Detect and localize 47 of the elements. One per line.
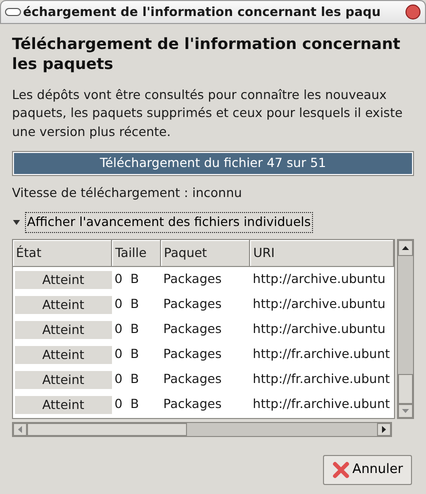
- status-cell: Atteint: [15, 296, 112, 314]
- window-menu-icon[interactable]: [5, 8, 21, 16]
- expander-arrow-icon[interactable]: [12, 218, 21, 228]
- scroll-down-icon[interactable]: [398, 404, 413, 418]
- scroll-thumb[interactable]: [27, 423, 187, 436]
- table-cell-text: http://archive.ubuntu: [252, 295, 386, 314]
- scroll-thumb[interactable]: [398, 374, 413, 404]
- scroll-right-icon[interactable]: [377, 423, 391, 436]
- scroll-up-icon[interactable]: [398, 240, 413, 256]
- table-cell-text: Packages: [162, 395, 223, 414]
- table-cell-text: Packages: [162, 320, 223, 338]
- status-cell: Atteint: [15, 270, 112, 289]
- column-header[interactable]: Paquet: [160, 240, 250, 266]
- table-cell-text: 0 B: [114, 295, 140, 314]
- column-header[interactable]: État: [13, 240, 112, 266]
- table-cell-text: 0 B: [114, 320, 140, 338]
- table-cell-text: 0 B: [114, 395, 140, 414]
- horizontal-scrollbar[interactable]: [12, 422, 392, 438]
- close-icon[interactable]: [405, 4, 421, 20]
- table-cell-text: http://fr.archive.ubunt: [252, 345, 391, 364]
- status-cell: Atteint: [15, 396, 112, 414]
- status-cell: Atteint: [15, 370, 112, 389]
- scroll-left-icon[interactable]: [13, 423, 27, 436]
- table-cell-text: http://archive.ubuntu: [252, 320, 386, 338]
- column-header[interactable]: URI: [250, 240, 394, 266]
- table-cell-text: http://fr.archive.ubunt: [252, 370, 391, 388]
- table-cell-text: 0 B: [114, 270, 140, 288]
- table-cell-text: Packages: [162, 345, 223, 364]
- table-cell-text: http://archive.ubuntu: [252, 270, 386, 288]
- table-cell-text: 0 B: [114, 345, 140, 364]
- expander-toggle[interactable]: Afficher l'avancement des fichiers individuels: [25, 212, 313, 234]
- table-cell-text: 0 B: [114, 370, 140, 388]
- description-text: Les dépôts vont être consultés pour connaître les nouveaux paquets, les paquets supprimés et ceux pour lesquels il existe une version plus récente.: [12, 86, 404, 141]
- cross-icon: [332, 460, 350, 479]
- speed-text: Vitesse de téléchargement : inconnu: [12, 184, 243, 202]
- vertical-scrollbar[interactable]: [397, 239, 414, 420]
- dialog-heading: Téléchargement de l'information concernant les paquets: [12, 34, 402, 74]
- status-cell: Atteint: [15, 320, 112, 339]
- column-header[interactable]: Taille: [112, 240, 161, 266]
- table-cell-text: http://fr.archive.ubunt: [252, 395, 391, 414]
- table-cell-text: Packages: [162, 295, 223, 314]
- status-cell: Atteint: [15, 346, 112, 364]
- table-cell-text: Packages: [162, 370, 223, 388]
- window-title: échargement de l'information concernant les paqu: [23, 2, 382, 21]
- progress-fill: Téléchargement du fichier 47 sur 51: [14, 152, 412, 174]
- table-cell-text: Packages: [162, 270, 223, 288]
- cancel-button[interactable]: Annuler: [323, 455, 412, 485]
